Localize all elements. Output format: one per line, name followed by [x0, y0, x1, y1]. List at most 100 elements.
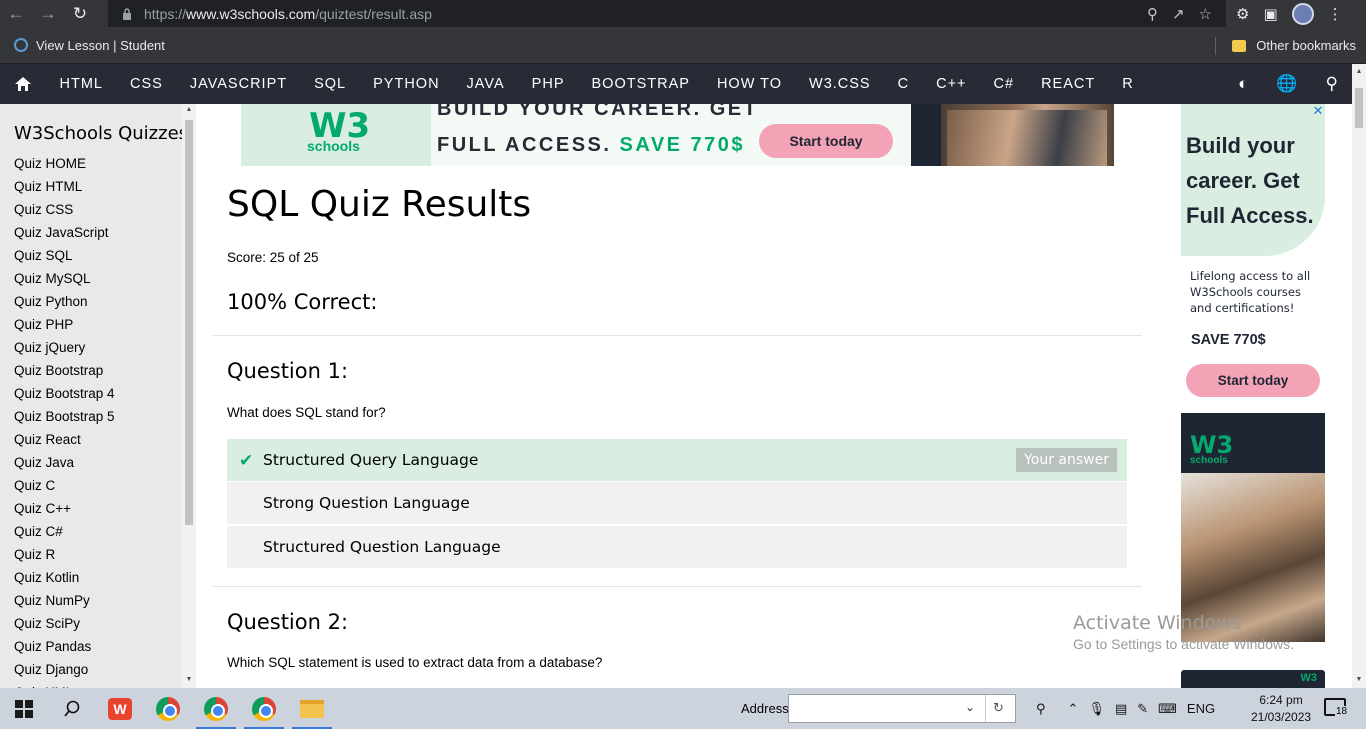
other-bookmarks[interactable]: Other bookmarks [1256, 38, 1356, 53]
forward-icon[interactable]: → [32, 0, 64, 27]
lock-icon [123, 7, 131, 20]
back-icon[interactable]: ← [0, 0, 32, 27]
nav-item-html[interactable]: HTML [46, 64, 116, 104]
nav-item-how-to[interactable]: HOW TO [703, 64, 795, 104]
profile-avatar[interactable] [1291, 2, 1314, 25]
sidebar-item-quiz-pandas[interactable]: Quiz Pandas [0, 635, 196, 658]
start-button[interactable] [0, 688, 48, 729]
globe-icon[interactable]: 🌐 [1276, 74, 1297, 94]
nav-item-python[interactable]: PYTHON [360, 64, 453, 104]
nav-item-java[interactable]: JAVA [453, 64, 518, 104]
watermark-line1: Activate Windows [1073, 612, 1242, 634]
refresh-icon[interactable]: ↻ [993, 700, 1004, 716]
file-explorer-icon[interactable] [288, 688, 336, 729]
zoom-icon[interactable]: ⚲ [1147, 5, 1158, 23]
sidebar-item-quiz-bootstrap-4[interactable]: Quiz Bootstrap 4 [0, 382, 196, 405]
scroll-down-icon[interactable]: ▼ [185, 676, 193, 683]
banner-line2-prefix: FULL ACCESS. [437, 134, 612, 156]
sidebar-item-quiz-bootstrap[interactable]: Quiz Bootstrap [0, 359, 196, 382]
address-bar[interactable]: https://www.w3schools.com/quiztest/resul… [108, 0, 1226, 27]
sidebar-item-quiz-bootstrap-5[interactable]: Quiz Bootstrap 5 [0, 405, 196, 428]
clock[interactable]: 6:24 pm 21/03/2023 [1251, 692, 1311, 726]
scroll-up-icon[interactable]: ▲ [1355, 68, 1363, 75]
sidebar-links: Quiz HOME Quiz HTML Quiz CSS Quiz JavaScrip… [0, 152, 196, 688]
chrome-profile-icon[interactable] [240, 688, 288, 729]
bookmark-star-icon[interactable]: ☆ [1199, 5, 1212, 23]
sidebar-item-quiz-c[interactable]: Quiz C [0, 474, 196, 497]
dark-mode-icon[interactable]: ◐ [1238, 74, 1248, 94]
page-scroll-thumb[interactable] [1355, 88, 1363, 128]
chrome-icon[interactable] [144, 688, 192, 729]
nav-item-javascript[interactable]: JAVASCRIPT [176, 64, 300, 104]
nav-item-sql[interactable]: SQL [301, 64, 360, 104]
home-icon[interactable] [0, 64, 46, 104]
sidebar-item-quiz-css[interactable]: Quiz CSS [0, 198, 196, 221]
promo-banner[interactable]: W3 schools BUILD YOUR CAREER. GET FULL A… [241, 104, 1114, 166]
sidebar-item-quiz-php[interactable]: Quiz PHP [0, 313, 196, 336]
nav-item-php[interactable]: PHP [518, 64, 578, 104]
wps-office-icon[interactable]: W [96, 688, 144, 729]
side-panel-icon[interactable]: ▣ [1263, 5, 1277, 23]
sidebar-scrollbar[interactable]: ▲ ▼ [182, 104, 196, 688]
answer-option: Strong Question Language [227, 482, 1127, 524]
extensions-icon[interactable]: ⚙ [1236, 5, 1249, 23]
sidebar-item-quiz-jquery[interactable]: Quiz jQuery [0, 336, 196, 359]
sidebar-item-quiz-sql[interactable]: Quiz SQL [0, 244, 196, 267]
search-icon[interactable] [48, 688, 96, 729]
chrome-menu-icon[interactable]: ⋮ [1328, 5, 1343, 23]
quiz-sidebar: W3Schools Quizzes Quiz HOME Quiz HTML Quiz… [0, 104, 196, 688]
sidebar-item-quiz-r[interactable]: Quiz R [0, 543, 196, 566]
sidebar-item-quiz-java[interactable]: Quiz Java [0, 451, 196, 474]
sidebar-item-quiz-python[interactable]: Quiz Python [0, 290, 196, 313]
scroll-down-icon[interactable]: ▼ [1355, 676, 1363, 683]
people-icon[interactable]: ⚲ [1036, 701, 1046, 717]
banner-start-today-button[interactable]: Start today [759, 124, 893, 158]
nav-item-bootstrap[interactable]: BOOTSTRAP [578, 64, 703, 104]
sidebar-item-quiz-xml[interactable]: Quiz XML [0, 681, 196, 688]
ad-subtext: Lifelong access to all W3Schools courses… [1190, 268, 1310, 316]
nav-item-c[interactable]: C [884, 64, 922, 104]
microphone-icon[interactable]: 🎙 [1088, 701, 1105, 717]
address-toolbar-input[interactable]: ⌄ ↻ [788, 694, 1016, 723]
pen-icon[interactable]: ✎ [1137, 701, 1148, 717]
sidebar-scroll-thumb[interactable] [185, 120, 193, 525]
sidebar-item-quiz-html[interactable]: Quiz HTML [0, 175, 196, 198]
sidebar-item-quiz-django[interactable]: Quiz Django [0, 658, 196, 681]
sidebar-item-quiz-c++[interactable]: Quiz C++ [0, 497, 196, 520]
sidebar-item-quiz-mysql[interactable]: Quiz MySQL [0, 267, 196, 290]
nav-item-r[interactable]: R [1109, 64, 1147, 104]
sidebar-item-quiz-home[interactable]: Quiz HOME [0, 152, 196, 175]
nav-item-w3-css[interactable]: W3.CSS [796, 64, 885, 104]
chrome-profile-icon[interactable] [192, 688, 240, 729]
reload-icon[interactable]: ↻ [64, 0, 96, 27]
scroll-up-icon[interactable]: ▲ [185, 106, 193, 113]
sidebar-item-quiz-scipy[interactable]: Quiz SciPy [0, 612, 196, 635]
language-indicator[interactable]: ENG [1187, 701, 1215, 716]
sidebar-item-quiz-react[interactable]: Quiz React [0, 428, 196, 451]
share-icon[interactable]: ↗ [1172, 5, 1185, 23]
search-icon[interactable]: ⚲ [1326, 74, 1338, 94]
page-scrollbar[interactable]: ▲ ▼ [1352, 64, 1366, 688]
question-1-heading: Question 1: [227, 359, 349, 383]
sidebar-item-quiz-numpy[interactable]: Quiz NumPy [0, 589, 196, 612]
keyboard-icon[interactable]: ⌨ [1158, 701, 1177, 717]
ad-start-today-button[interactable]: Start today [1186, 364, 1320, 397]
chevron-up-icon[interactable]: ⌃ [1068, 701, 1079, 717]
sidebar-item-quiz-kotlin[interactable]: Quiz Kotlin [0, 566, 196, 589]
w3-topnav: HTML CSS JAVASCRIPT SQL PYTHON JAVA PHP BOOTSTR… [0, 64, 1352, 104]
network-icon[interactable]: ▤ [1115, 701, 1127, 717]
nav-item-c++[interactable]: C++ [923, 64, 980, 104]
nav-item-react[interactable]: REACT [1028, 64, 1109, 104]
url-path: /quiztest/result.asp [315, 5, 432, 22]
sidebar-item-quiz-javascript[interactable]: Quiz JavaScript [0, 221, 196, 244]
folder-icon [1232, 39, 1247, 52]
bookmark-view-lesson[interactable]: View Lesson | Student [14, 38, 165, 53]
ad-copy: Lifelong access to all W3Schools courses… [1181, 104, 1325, 348]
nav-item-c#[interactable]: C# [980, 64, 1028, 104]
right-ad[interactable]: Build your career. Get Full Access. ✕ Li… [1181, 104, 1325, 688]
notification-center-icon[interactable]: 18 [1324, 698, 1349, 717]
chevron-down-icon[interactable]: ⌄ [965, 700, 975, 714]
sidebar-item-quiz-c#[interactable]: Quiz C# [0, 520, 196, 543]
nav-item-css[interactable]: CSS [116, 64, 176, 104]
topnav-items: HTML CSS JAVASCRIPT SQL PYTHON JAVA PHP BOOTSTR… [46, 64, 1147, 104]
